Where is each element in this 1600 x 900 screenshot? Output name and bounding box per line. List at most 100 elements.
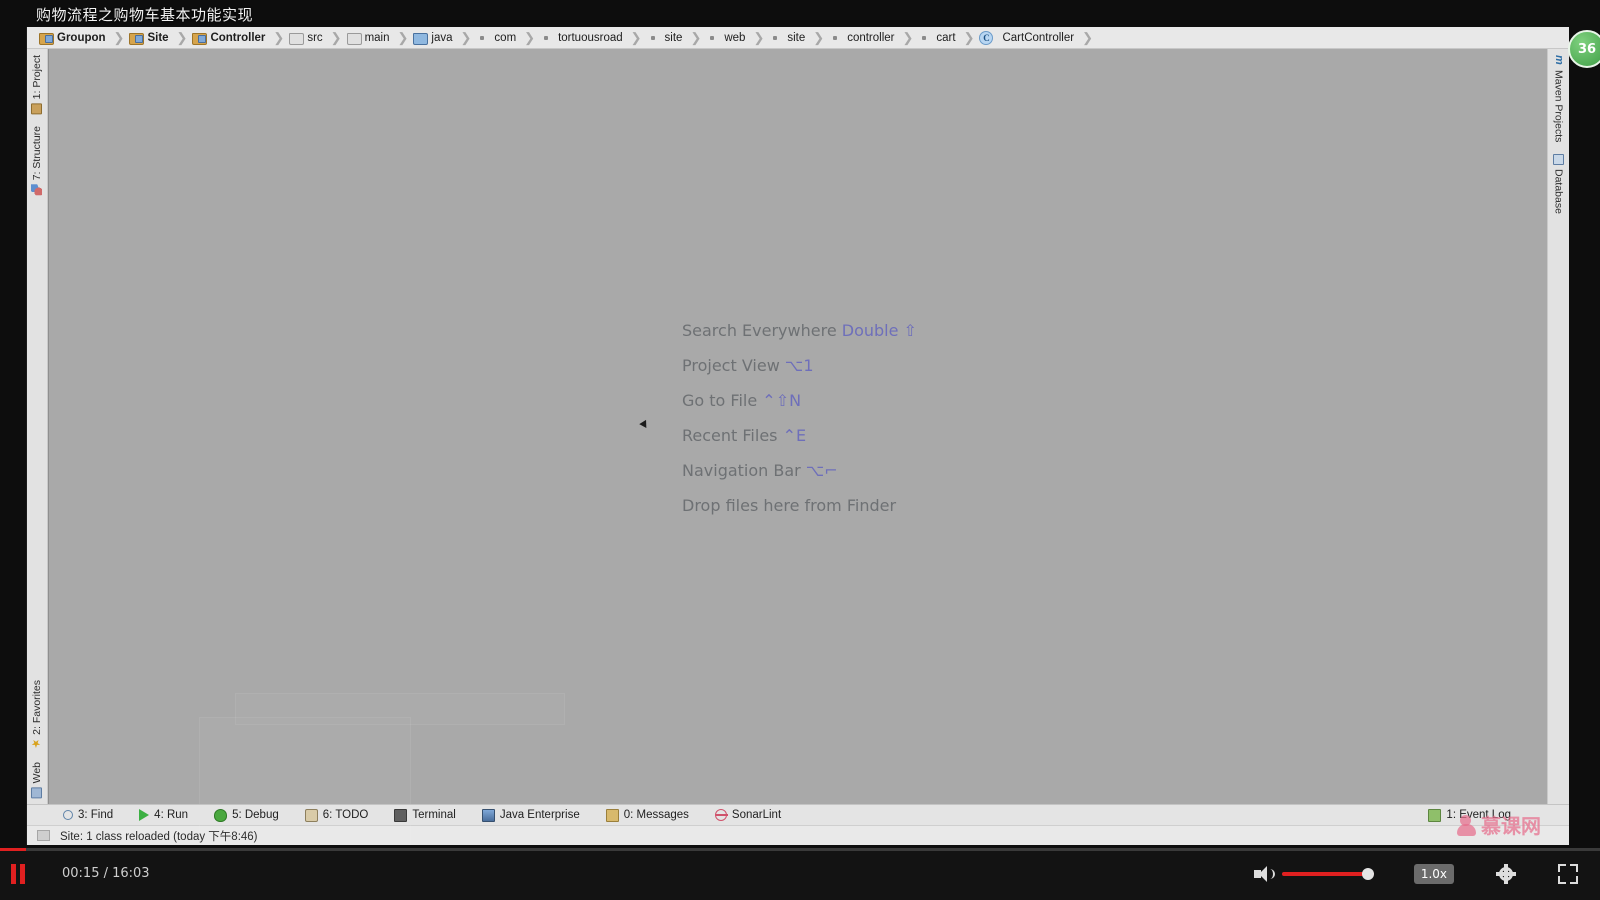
package-icon bbox=[540, 32, 553, 43]
breadcrumb-separator-icon: ❯ bbox=[690, 29, 702, 45]
hint-action: Go to File bbox=[682, 391, 758, 410]
tool-window-sonarlint[interactable]: SonarLint bbox=[714, 809, 782, 821]
ghost-artifact bbox=[235, 693, 565, 725]
breadcrumb-separator-icon: ❯ bbox=[460, 29, 472, 45]
breadcrumb-separator-icon: ❯ bbox=[813, 29, 825, 45]
breadcrumb-item-tortuousroad[interactable]: tortuousroad bbox=[540, 27, 625, 48]
terminal-icon bbox=[394, 808, 408, 822]
debug-icon bbox=[214, 808, 228, 822]
breadcrumb-separator-icon: ❯ bbox=[397, 29, 409, 45]
tool-window-debug[interactable]: 5: Debug bbox=[214, 808, 279, 822]
tool-window-find[interactable]: 3: Find bbox=[63, 809, 113, 821]
volume-knob[interactable] bbox=[1361, 868, 1374, 880]
sidebar-item-label: Database bbox=[1552, 169, 1565, 215]
exit-fullscreen-icon[interactable] bbox=[1558, 864, 1578, 884]
sidebar-item-project[interactable]: 1: Project bbox=[27, 49, 47, 120]
progress-fill bbox=[0, 848, 26, 851]
tool-window-event-log[interactable]: 1: Event Log bbox=[1428, 808, 1511, 822]
tool-window-terminal[interactable]: Terminal bbox=[394, 808, 456, 822]
package-icon bbox=[918, 32, 931, 43]
breadcrumb-item-java[interactable]: java bbox=[413, 27, 454, 48]
breadcrumb-item-com[interactable]: com bbox=[476, 27, 518, 48]
breadcrumb-item-groupon[interactable]: Groupon bbox=[39, 27, 108, 48]
volume-slider[interactable] bbox=[1281, 867, 1374, 881]
hint-shortcut: ⌥1 bbox=[784, 356, 814, 375]
breadcrumb-item-cartcontroller[interactable]: C CartController bbox=[979, 27, 1076, 48]
breadcrumb-label: Site bbox=[147, 31, 169, 44]
folder-icon bbox=[289, 32, 305, 45]
maven-icon: m bbox=[1553, 55, 1565, 65]
sidebar-item-database[interactable]: Database bbox=[1548, 148, 1569, 220]
sidebar-item-structure[interactable]: 7: Structure bbox=[27, 120, 47, 201]
screen: 购物流程之购物车基本功能实现 Groupon ❯ Site ❯ Controll… bbox=[0, 0, 1600, 900]
hint-shortcut: ⌥⌐ bbox=[805, 461, 838, 480]
breadcrumb-item-main[interactable]: main bbox=[346, 27, 392, 48]
breadcrumb-item-web[interactable]: web bbox=[706, 27, 747, 48]
breadcrumb-item-cart[interactable]: cart bbox=[918, 27, 957, 48]
sidebar-item-web[interactable]: Web bbox=[27, 756, 47, 804]
tool-window-java-enterprise[interactable]: Java Enterprise bbox=[481, 808, 580, 822]
database-icon bbox=[1553, 154, 1564, 166]
breadcrumb-label: tortuousroad bbox=[558, 31, 623, 44]
tool-window-messages[interactable]: 0: Messages bbox=[605, 808, 689, 822]
hint-action: Navigation Bar bbox=[682, 461, 801, 480]
folder-icon bbox=[346, 32, 362, 45]
breadcrumb-separator-icon: ❯ bbox=[630, 29, 642, 45]
breadcrumb-label: CartController bbox=[1002, 31, 1075, 44]
run-icon bbox=[139, 809, 150, 821]
sidebar-item-maven-projects[interactable]: m Maven Projects bbox=[1548, 49, 1569, 148]
breadcrumb-item-controller[interactable]: Controller bbox=[192, 27, 267, 48]
project-icon bbox=[31, 103, 43, 115]
breadcrumb-item-src[interactable]: src bbox=[289, 27, 324, 48]
hint-recent-files: Recent Files ⌃E bbox=[682, 426, 917, 445]
hint-go-to-file: Go to File ⌃⇧N bbox=[682, 391, 917, 410]
hint-shortcut: ⌃E bbox=[782, 426, 807, 445]
hint-action: Project View bbox=[682, 356, 780, 375]
player-right-controls: 1.0x bbox=[1252, 848, 1600, 900]
tool-window-todo[interactable]: 6: TODO bbox=[304, 808, 369, 822]
hint-action: Recent Files bbox=[682, 426, 778, 445]
breadcrumb-item-site-2[interactable]: site bbox=[647, 27, 685, 48]
module-folder-icon bbox=[129, 32, 145, 45]
status-indicator-icon[interactable] bbox=[37, 830, 50, 841]
breadcrumb-label: java bbox=[431, 31, 453, 44]
notification-badge[interactable]: 36 bbox=[1568, 30, 1600, 68]
tool-window-label: 1: Event Log bbox=[1446, 809, 1511, 821]
java-folder-icon bbox=[413, 32, 429, 45]
breadcrumb-separator-icon: ❯ bbox=[524, 29, 536, 45]
structure-icon bbox=[31, 184, 43, 196]
breadcrumb-separator-icon: ❯ bbox=[902, 29, 914, 45]
hint-drop-files: Drop files here from Finder bbox=[682, 496, 917, 515]
volume-icon[interactable] bbox=[1252, 863, 1275, 885]
breadcrumb-label: Controller bbox=[210, 31, 266, 44]
breadcrumb-separator-icon: ❯ bbox=[176, 29, 188, 45]
java-enterprise-icon bbox=[481, 808, 495, 822]
status-message: Site: 1 class reloaded (today 下午8:46) bbox=[60, 830, 258, 843]
breadcrumb-item-site-3[interactable]: site bbox=[769, 27, 807, 48]
sidebar-item-favorites[interactable]: ★ 2: Favorites bbox=[27, 674, 47, 756]
breadcrumb-item-site[interactable]: Site bbox=[129, 27, 170, 48]
ide-window: Groupon ❯ Site ❯ Controller ❯ src ❯ main… bbox=[26, 27, 1569, 845]
tool-window-label: 5: Debug bbox=[232, 809, 279, 821]
hint-search-everywhere: Search Everywhere Double ⇧ bbox=[682, 321, 917, 340]
breadcrumb-label: main bbox=[364, 31, 390, 44]
hint-project-view: Project View ⌥1 bbox=[682, 356, 917, 375]
breadcrumb-separator-icon: ❯ bbox=[963, 29, 975, 45]
pause-icon[interactable] bbox=[11, 863, 33, 885]
playback-speed-button[interactable]: 1.0x bbox=[1413, 864, 1454, 884]
sidebar-item-label: Web bbox=[31, 761, 43, 783]
tool-window-run[interactable]: 4: Run bbox=[139, 809, 188, 821]
breadcrumb-label: Groupon bbox=[57, 31, 106, 44]
tool-window-label: 6: TODO bbox=[322, 809, 369, 821]
gear-icon[interactable] bbox=[1496, 864, 1516, 884]
messages-icon bbox=[605, 808, 619, 822]
breadcrumb[interactable]: Groupon ❯ Site ❯ Controller ❯ src ❯ main… bbox=[27, 27, 1569, 49]
todo-icon bbox=[304, 808, 318, 822]
editor-area[interactable]: Search Everywhere Double ⇧ Project View … bbox=[48, 49, 1547, 845]
sidebar-item-label: 7: Structure bbox=[31, 126, 43, 181]
sidebar-item-label: 2: Favorites bbox=[31, 679, 43, 735]
tool-window-label: SonarLint bbox=[731, 809, 782, 821]
module-folder-icon bbox=[39, 32, 54, 45]
breadcrumb-item-controller-2[interactable]: controller bbox=[829, 27, 896, 48]
sidebar-item-label: 1: Project bbox=[31, 55, 43, 100]
